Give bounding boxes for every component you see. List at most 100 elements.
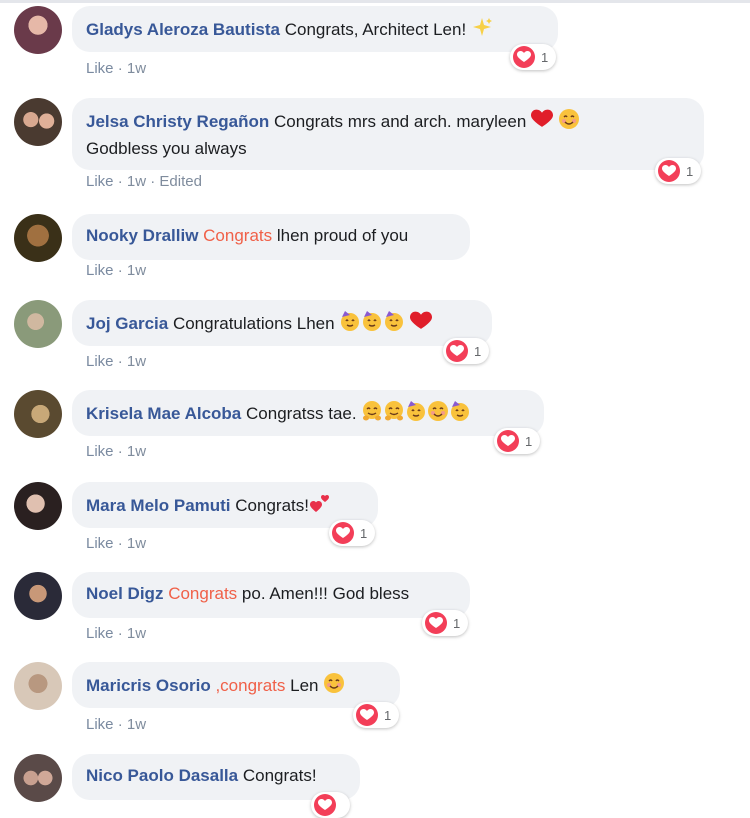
like-link[interactable]: Like <box>86 443 114 460</box>
comment: Nooky Dralliw Congrats lhen proud of you… <box>0 208 750 288</box>
hugging-face-emoji <box>383 400 405 429</box>
comment-meta: Like · 1w <box>86 716 147 733</box>
partying-face-emoji <box>361 310 383 339</box>
love-heart-icon <box>658 160 680 182</box>
like-link[interactable]: Like <box>86 716 114 733</box>
comment-bubble: Joj Garcia Congratulations Lhen <box>72 300 492 346</box>
comment-time[interactable]: 1w <box>127 535 146 552</box>
comment-hashtag[interactable]: Congrats <box>203 226 272 245</box>
love-heart-icon <box>356 704 378 726</box>
comment-author[interactable]: Joj Garcia <box>86 314 168 333</box>
comment-author[interactable]: Nooky Dralliw <box>86 226 198 245</box>
comment-author[interactable]: Krisela Mae Alcoba <box>86 404 241 423</box>
love-heart-icon <box>314 794 336 816</box>
comment-meta: Like · 1w <box>86 625 147 642</box>
partying-face-emoji <box>339 310 361 339</box>
comment-meta: Like · 1w <box>86 443 147 460</box>
comment-author[interactable]: Mara Melo Pamuti <box>86 496 231 515</box>
comment: Jelsa Christy Regañon Congrats mrs and a… <box>0 96 750 196</box>
reaction-count[interactable]: 1 <box>510 44 557 70</box>
avatar[interactable] <box>14 662 62 710</box>
reaction-number: 1 <box>474 343 482 359</box>
reaction-count[interactable] <box>311 792 350 818</box>
love-heart-icon <box>425 612 447 634</box>
reaction-count[interactable]: 1 <box>353 702 400 728</box>
comment: Maricris Osorio ,congrats Len 1 Like · 1… <box>0 660 750 740</box>
like-link[interactable]: Like <box>86 173 114 190</box>
comment-text: po. Amen!!! God bless <box>241 584 410 603</box>
comment-author[interactable]: Jelsa Christy Regañon <box>86 112 269 131</box>
avatar[interactable] <box>14 754 62 802</box>
comment: Gladys Aleroza Bautista Congrats, Archit… <box>0 0 750 90</box>
two-hearts-emoji <box>309 492 331 521</box>
comment-time[interactable]: 1w <box>127 443 146 460</box>
partying-face-emoji <box>449 400 471 429</box>
red-heart-emoji <box>531 109 554 136</box>
comment-text: Congratulations Lhen <box>172 313 335 333</box>
comment-time[interactable]: 1w <box>127 262 146 279</box>
like-link[interactable]: Like <box>86 60 114 77</box>
comment-author[interactable]: Nico Paolo Dasalla <box>86 766 238 785</box>
smiling-face-emoji <box>323 672 345 701</box>
edited-label: Edited <box>159 173 202 190</box>
comment: Joj Garcia Congratulations Lhen 1 Like ·… <box>0 298 750 378</box>
like-link[interactable]: Like <box>86 535 114 552</box>
red-heart-emoji <box>410 311 433 338</box>
reaction-count[interactable]: 1 <box>329 520 376 546</box>
avatar[interactable] <box>14 482 62 530</box>
reaction-number: 1 <box>360 525 368 541</box>
comment-bubble: Krisela Mae Alcoba Congratss tae. <box>72 390 544 436</box>
love-heart-icon <box>446 340 468 362</box>
avatar[interactable] <box>14 300 62 348</box>
comment-meta: Like · 1w <box>86 262 147 279</box>
comment-meta: Like · 1w · Edited <box>86 173 202 190</box>
reaction-count[interactable]: 1 <box>443 338 490 364</box>
comment-text: Congrats, Architect Len! <box>284 19 467 39</box>
comment-time[interactable]: 1w <box>127 625 146 642</box>
comment-author[interactable]: Gladys Aleroza Bautista <box>86 20 280 39</box>
reaction-number: 1 <box>453 615 461 631</box>
smiling-face-emoji <box>558 108 580 137</box>
hugging-face-emoji <box>361 400 383 429</box>
comment-bubble: Noel Digz Congrats po. Amen!!! God bless <box>72 572 470 618</box>
comment-text: Congrats! <box>235 495 309 515</box>
love-heart-icon <box>497 430 519 452</box>
comment-bubble: Maricris Osorio ,congrats Len <box>72 662 400 708</box>
comment-time[interactable]: 1w <box>127 353 146 370</box>
comment-bubble: Mara Melo Pamuti Congrats! <box>72 482 378 528</box>
like-link[interactable]: Like <box>86 353 114 370</box>
comment: Mara Melo Pamuti Congrats! 1 Like · 1w <box>0 480 750 560</box>
sparkles-emoji <box>471 16 493 45</box>
like-link[interactable]: Like <box>86 625 114 642</box>
comment-meta: Like · 1w <box>86 60 147 77</box>
comment-bubble: Nooky Dralliw Congrats lhen proud of you <box>72 214 470 260</box>
comment: Nico Paolo Dasalla Congrats! <box>0 752 750 818</box>
comment-meta: Like · 1w <box>86 353 147 370</box>
reaction-count[interactable]: 1 <box>494 428 541 454</box>
comment: Krisela Mae Alcoba Congratss tae. 1 Like… <box>0 388 750 468</box>
comment-hashtag[interactable]: ,congrats <box>215 676 285 695</box>
comment-time[interactable]: 1w <box>127 716 146 733</box>
comment-meta: Like · 1w <box>86 535 147 552</box>
reaction-count[interactable]: 1 <box>422 610 469 636</box>
comment-text-line2: Godbless you always <box>86 139 247 158</box>
avatar[interactable] <box>14 6 62 54</box>
partying-face-emoji <box>383 310 405 339</box>
avatar[interactable] <box>14 214 62 262</box>
love-heart-icon <box>513 46 535 68</box>
comment-text: Congrats! <box>242 766 317 785</box>
comment-hashtag[interactable]: Congrats <box>168 584 237 603</box>
love-heart-icon <box>332 522 354 544</box>
comment: Noel Digz Congrats po. Amen!!! God bless… <box>0 570 750 650</box>
reaction-count[interactable]: 1 <box>655 158 702 184</box>
comment-time[interactable]: 1w <box>127 60 146 77</box>
avatar[interactable] <box>14 390 62 438</box>
comment-time[interactable]: 1w <box>127 173 146 190</box>
comment-author[interactable]: Maricris Osorio <box>86 676 211 695</box>
avatar[interactable] <box>14 98 62 146</box>
comment-text: Congrats mrs and arch. maryleen <box>274 111 527 131</box>
reaction-number: 1 <box>525 433 533 449</box>
like-link[interactable]: Like <box>86 262 114 279</box>
comment-author[interactable]: Noel Digz <box>86 584 163 603</box>
avatar[interactable] <box>14 572 62 620</box>
